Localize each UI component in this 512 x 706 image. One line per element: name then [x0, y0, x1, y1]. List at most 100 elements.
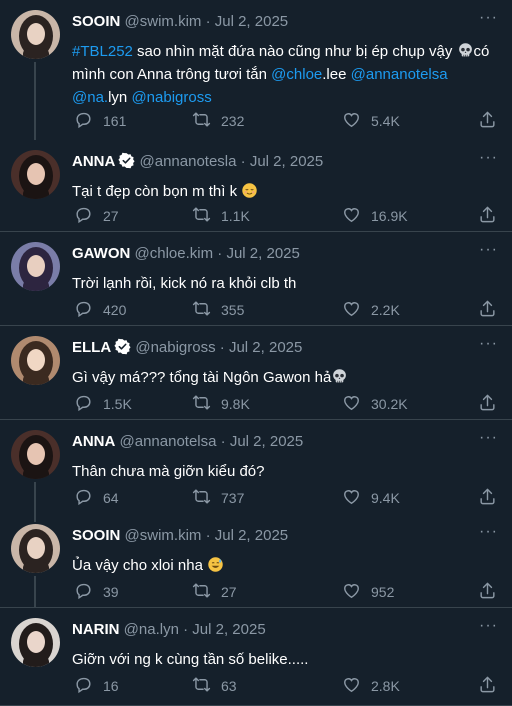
tweet-date[interactable]: Jul 2, 2025 — [192, 621, 265, 638]
tweet[interactable]: NARIN @na.lyn · Jul 2, 2025 ··· Giỡn với … — [0, 608, 512, 706]
more-icon[interactable]: ··· — [479, 524, 498, 540]
like-button[interactable]: 30.2K — [342, 393, 408, 415]
reply-button[interactable]: 161 — [74, 110, 126, 132]
user-handle[interactable]: @annanotelsa — [120, 433, 217, 450]
separator-dot: · — [220, 433, 226, 450]
tweet-actions: 16 63 2.8K — [72, 675, 502, 697]
share-button[interactable] — [478, 110, 507, 132]
avatar[interactable] — [11, 430, 60, 479]
tweet[interactable]: SOOIN @swim.kim · Jul 2, 2025 ··· #TBL252… — [0, 0, 512, 140]
tweet-header: ANNA @annanotelsa · Jul 2, 2025 — [72, 432, 303, 452]
like-icon — [342, 299, 371, 321]
like-button[interactable]: 5.4K — [342, 110, 400, 132]
tweet[interactable]: ELLA @nabigross · Jul 2, 2025 ··· Gì vậy … — [0, 326, 512, 420]
user-handle[interactable]: @na.lyn — [124, 621, 179, 638]
share-icon — [478, 110, 507, 132]
like-count: 2.2K — [371, 302, 400, 318]
thread-connector — [34, 514, 36, 522]
share-button[interactable] — [478, 299, 507, 321]
tweet-text: Tại t đẹp còn bọn m thì k — [72, 180, 502, 203]
retweet-button[interactable]: 63 — [192, 675, 237, 697]
tweet-link[interactable]: @na. — [72, 89, 108, 106]
reply-icon — [74, 110, 103, 132]
tweet-text-segment: Thân chưa mà giỡn kiểu đó? — [72, 463, 265, 480]
tweet-link[interactable]: @nabigross — [131, 89, 211, 106]
retweet-button[interactable]: 1.1K — [192, 205, 250, 227]
reply-count: 27 — [103, 208, 119, 224]
share-button[interactable] — [478, 205, 507, 227]
tweet-date[interactable]: Jul 2, 2025 — [215, 527, 288, 544]
more-icon[interactable]: ··· — [479, 618, 498, 634]
user-handle[interactable]: @swim.kim — [125, 527, 202, 544]
tweet-date[interactable]: Jul 2, 2025 — [229, 339, 302, 356]
retweet-button[interactable]: 9.8K — [192, 393, 250, 415]
like-button[interactable]: 16.9K — [342, 205, 408, 227]
share-button[interactable] — [478, 487, 507, 509]
like-button[interactable]: 952 — [342, 581, 394, 603]
tweet[interactable]: ANNA @annanotesla · Jul 2, 2025 ··· Tại t… — [0, 140, 512, 232]
reply-button[interactable]: 16 — [74, 675, 119, 697]
user-handle[interactable]: @annanotesla — [140, 153, 237, 170]
reply-button[interactable]: 27 — [74, 205, 119, 227]
retweet-icon — [192, 299, 221, 321]
tweet-date[interactable]: Jul 2, 2025 — [250, 153, 323, 170]
more-icon[interactable]: ··· — [479, 336, 498, 352]
display-name[interactable]: ANNA — [72, 153, 115, 170]
display-name[interactable]: ANNA — [72, 433, 115, 450]
display-name[interactable]: GAWON — [72, 245, 130, 262]
like-count: 9.4K — [371, 490, 400, 506]
display-name[interactable]: SOOIN — [72, 13, 120, 30]
retweet-button[interactable]: 27 — [192, 581, 237, 603]
avatar[interactable] — [11, 10, 60, 59]
display-name[interactable]: ELLA — [72, 339, 111, 356]
user-handle[interactable]: @nabigross — [135, 339, 215, 356]
thread-connector — [34, 576, 36, 608]
reply-button[interactable]: 64 — [74, 487, 119, 509]
retweet-button[interactable]: 355 — [192, 299, 244, 321]
tweet-link[interactable]: @chloe — [271, 66, 322, 83]
avatar[interactable] — [11, 618, 60, 667]
reply-button[interactable]: 1.5K — [74, 393, 132, 415]
user-handle[interactable]: @chloe.kim — [135, 245, 214, 262]
tweet-text: Thân chưa mà giỡn kiểu đó? — [72, 460, 502, 483]
like-button[interactable]: 2.8K — [342, 675, 400, 697]
avatar[interactable] — [11, 336, 60, 385]
more-icon[interactable]: ··· — [479, 430, 498, 446]
reply-button[interactable]: 39 — [74, 581, 119, 603]
like-count: 30.2K — [371, 396, 408, 412]
avatar[interactable] — [11, 150, 60, 199]
tweet[interactable]: SOOIN @swim.kim · Jul 2, 2025 ··· Ủa vậy … — [0, 514, 512, 608]
more-icon[interactable]: ··· — [479, 242, 498, 258]
retweet-count: 355 — [221, 302, 245, 318]
more-icon[interactable]: ··· — [479, 150, 498, 166]
more-icon[interactable]: ··· — [479, 10, 498, 26]
share-button[interactable] — [478, 675, 507, 697]
separator-dot: · — [205, 13, 211, 30]
avatar[interactable] — [11, 524, 60, 573]
reply-button[interactable]: 420 — [74, 299, 126, 321]
like-button[interactable]: 2.2K — [342, 299, 400, 321]
tweet-date[interactable]: Jul 2, 2025 — [230, 433, 303, 450]
user-handle[interactable]: @swim.kim — [125, 13, 202, 30]
tweet-date[interactable]: Jul 2, 2025 — [226, 245, 299, 262]
skull-emoji-icon — [457, 43, 474, 60]
retweet-button[interactable]: 232 — [192, 110, 244, 132]
share-icon — [478, 675, 507, 697]
tweet-date[interactable]: Jul 2, 2025 — [215, 13, 288, 30]
display-name[interactable]: NARIN — [72, 621, 120, 638]
reply-icon — [74, 393, 103, 415]
share-button[interactable] — [478, 393, 507, 415]
retweet-button[interactable]: 737 — [192, 487, 244, 509]
avatar[interactable] — [11, 242, 60, 291]
display-name[interactable]: SOOIN — [72, 527, 120, 544]
share-icon — [478, 299, 507, 321]
tweet-link[interactable]: @annanotelsa — [351, 66, 448, 83]
reply-count: 39 — [103, 584, 119, 600]
tweet[interactable]: GAWON @chloe.kim · Jul 2, 2025 ··· Trời l… — [0, 232, 512, 326]
tweet[interactable]: ANNA @annanotelsa · Jul 2, 2025 ··· Thân … — [0, 420, 512, 514]
tweet-text-segment: Tại t đẹp còn bọn m thì k — [72, 183, 242, 200]
like-button[interactable]: 9.4K — [342, 487, 400, 509]
share-button[interactable] — [478, 581, 507, 603]
tweet-link[interactable]: #TBL252 — [72, 43, 133, 60]
like-icon — [342, 487, 371, 509]
